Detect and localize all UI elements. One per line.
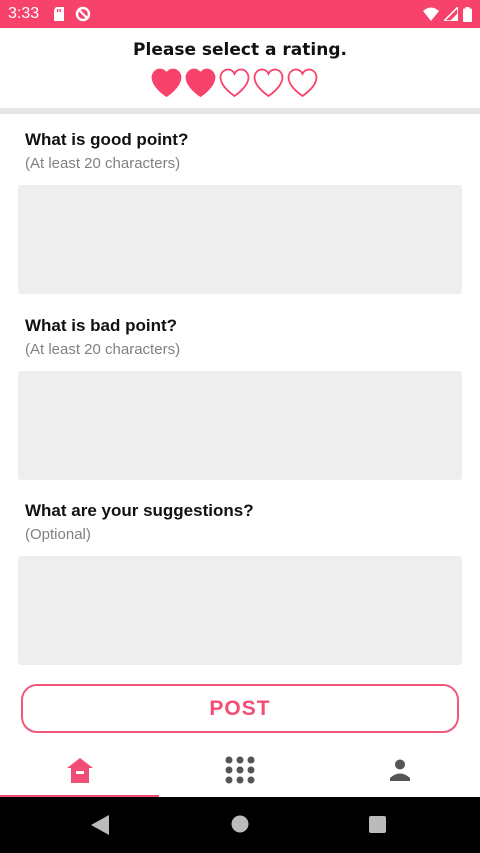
nav-grid[interactable] <box>160 742 320 797</box>
home-icon <box>67 757 93 783</box>
divider <box>0 108 480 114</box>
back-icon[interactable] <box>91 815 109 835</box>
nav-home[interactable] <box>0 742 160 797</box>
sync-disabled-icon <box>75 6 91 22</box>
suggestions-input[interactable] <box>18 556 462 665</box>
person-icon <box>390 759 410 781</box>
good-point-subtitle: (At least 20 characters) <box>25 155 181 172</box>
sd-card-icon <box>54 7 65 21</box>
bottom-nav <box>0 742 480 797</box>
post-button[interactable]: POST <box>21 684 459 733</box>
suggestions-subtitle: (Optional) <box>25 526 91 543</box>
bad-point-subtitle: (At least 20 characters) <box>25 341 181 358</box>
heart-filled-icon[interactable] <box>151 68 182 98</box>
battery-icon <box>463 6 472 22</box>
heart-outline-icon[interactable] <box>287 68 318 98</box>
system-nav-bar <box>0 797 480 853</box>
home-circle-icon[interactable] <box>231 815 249 833</box>
status-time: 3:33 <box>8 5 40 22</box>
rating-section: Please select a rating. <box>0 28 480 108</box>
heart-outline-icon[interactable] <box>253 68 284 98</box>
bad-point-title: What is bad point? <box>25 316 178 335</box>
wifi-icon <box>423 7 439 21</box>
suggestions-title: What are your suggestions? <box>25 501 254 520</box>
rating-hearts <box>151 68 318 98</box>
heart-outline-icon[interactable] <box>219 68 250 98</box>
heart-filled-icon[interactable] <box>185 68 216 98</box>
grid-icon <box>225 756 255 783</box>
status-bar: 3:33 <box>0 0 480 28</box>
signal-icon <box>444 7 458 21</box>
good-point-input[interactable] <box>18 185 462 294</box>
recents-icon[interactable] <box>369 816 386 833</box>
good-point-title: What is good point? <box>25 130 189 149</box>
bad-point-input[interactable] <box>18 371 462 480</box>
rating-title: Please select a rating. <box>133 40 347 60</box>
nav-profile[interactable] <box>320 742 480 797</box>
